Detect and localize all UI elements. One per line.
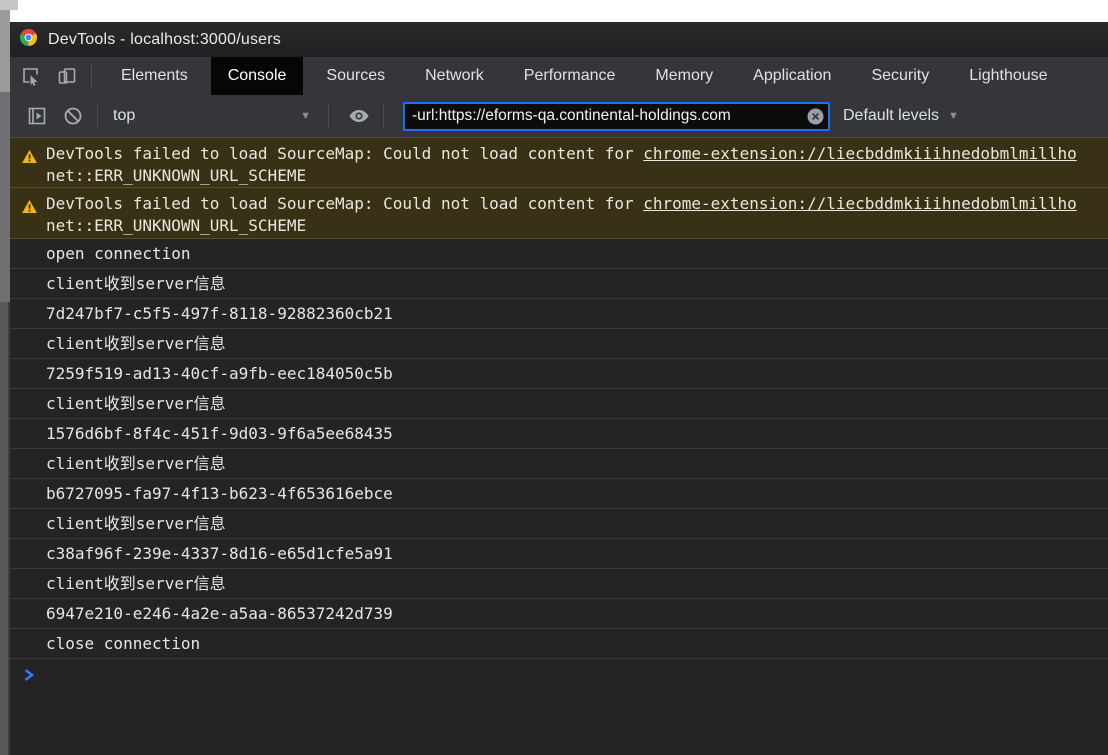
- console-row: client收到server信息: [10, 569, 1108, 599]
- devtools-window: DevTools - localhost:3000/users Elements…: [10, 22, 1108, 755]
- console-output: DevTools failed to load SourceMap: Could…: [10, 137, 1108, 755]
- warning-icon: [22, 197, 37, 238]
- chevron-down-icon: ▼: [948, 110, 959, 122]
- console-row: client收到server信息: [10, 329, 1108, 359]
- javascript-context-select[interactable]: top ▼: [107, 107, 319, 125]
- warning-text: DevTools failed to load SourceMap: Could…: [46, 194, 1077, 235]
- toolbar-divider: [328, 104, 329, 128]
- inspect-element-icon[interactable]: [16, 61, 46, 91]
- console-filter-box: [403, 101, 830, 131]
- sourcemap-extension-link[interactable]: chrome-extension://liecbddmkiiihnedobmlm…: [643, 194, 1076, 213]
- desktop-edge-upper: [0, 10, 10, 92]
- console-toolbar: top ▼ Default levels ▼: [10, 95, 1108, 137]
- main-tabbar: Elements Console Sources Network Performance…: [10, 57, 1108, 95]
- console-row: b6727095-fa97-4f13-b623-4f653616ebce: [10, 479, 1108, 509]
- filter-input[interactable]: [412, 107, 807, 125]
- window-title: DevTools - localhost:3000/users: [48, 30, 281, 48]
- tab-security[interactable]: Security: [854, 57, 946, 95]
- context-label: top: [113, 107, 136, 124]
- tab-network[interactable]: Network: [408, 57, 501, 95]
- tab-performance[interactable]: Performance: [507, 57, 633, 95]
- console-row: client收到server信息: [10, 389, 1108, 419]
- tab-strip: Elements Console Sources Network Performance…: [101, 57, 1068, 95]
- toolbar-divider: [97, 104, 98, 128]
- device-toolbar-icon[interactable]: [52, 61, 82, 91]
- tab-lighthouse[interactable]: Lighthouse: [952, 57, 1064, 95]
- toolbar-divider: [383, 104, 384, 128]
- chevron-down-icon: ▼: [300, 110, 311, 122]
- titlebar: DevTools - localhost:3000/users: [10, 22, 1108, 57]
- warning-icon: [22, 147, 37, 187]
- console-row: 7259f519-ad13-40cf-a9fb-eec184050c5b: [10, 359, 1108, 389]
- console-row: 7d247bf7-c5f5-497f-8118-92882360cb21: [10, 299, 1108, 329]
- desktop-edge-top: [0, 0, 18, 10]
- tab-sources[interactable]: Sources: [309, 57, 402, 95]
- prompt-chevron-icon: [23, 668, 35, 682]
- console-log: open connection client收到server信息 7d247bf7-…: [10, 239, 1108, 659]
- tab-memory[interactable]: Memory: [638, 57, 730, 95]
- console-row: client收到server信息: [10, 449, 1108, 479]
- tab-console[interactable]: Console: [210, 57, 304, 95]
- sourcemap-extension-link[interactable]: chrome-extension://liecbddmkiiihnedobmlm…: [643, 144, 1076, 163]
- console-row: c38af96f-239e-4337-8d16-e65d1cfe5a91: [10, 539, 1108, 569]
- clear-console-icon[interactable]: [58, 101, 88, 131]
- desktop-edge-lower: [0, 302, 10, 755]
- console-prompt[interactable]: [10, 659, 1108, 691]
- chrome-icon: [19, 28, 38, 51]
- console-row: close connection: [10, 629, 1108, 659]
- tabbar-divider: [91, 64, 92, 88]
- console-row: client收到server信息: [10, 269, 1108, 299]
- console-row: client收到server信息: [10, 509, 1108, 539]
- tab-elements[interactable]: Elements: [104, 57, 205, 95]
- warning-list: DevTools failed to load SourceMap: Could…: [10, 137, 1108, 239]
- warning-text: DevTools failed to load SourceMap: Could…: [46, 144, 1077, 185]
- screen: { "window": { "title": "DevTools - local…: [0, 0, 1108, 755]
- console-row: open connection: [10, 239, 1108, 269]
- console-row: 1576d6bf-8f4c-451f-9d03-9f6a5ee68435: [10, 419, 1108, 449]
- levels-label: Default levels: [843, 107, 940, 124]
- clear-filter-icon[interactable]: [807, 108, 824, 125]
- live-expression-eye-icon[interactable]: [344, 101, 374, 131]
- console-row: 6947e210-e246-4a2e-a5aa-86537242d739: [10, 599, 1108, 629]
- sourcemap-warning: DevTools failed to load SourceMap: Could…: [10, 137, 1108, 188]
- log-levels-select[interactable]: Default levels ▼: [843, 107, 959, 125]
- sourcemap-warning: DevTools failed to load SourceMap: Could…: [10, 188, 1108, 239]
- desktop-edge-middle: [0, 92, 10, 302]
- tab-application[interactable]: Application: [736, 57, 848, 95]
- console-sidebar-icon[interactable]: [22, 101, 52, 131]
